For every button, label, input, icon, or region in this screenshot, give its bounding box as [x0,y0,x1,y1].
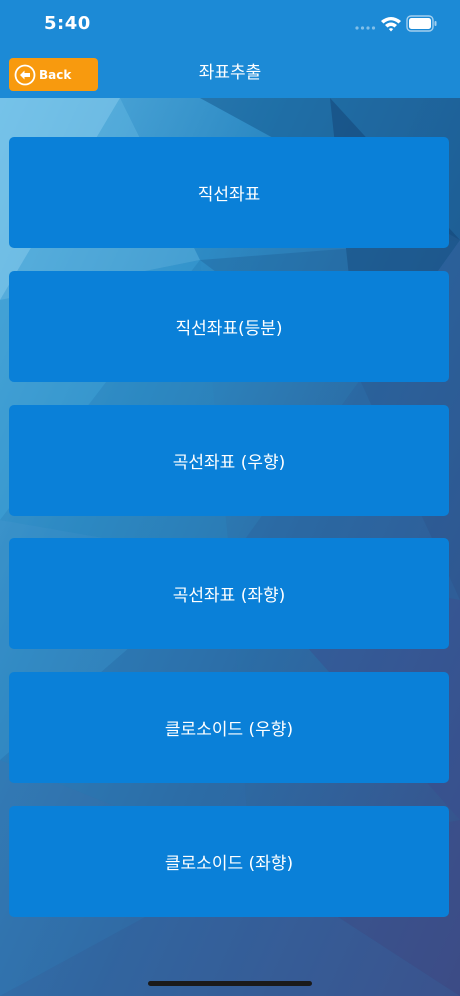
curve-coordinate-right-button[interactable]: 곡선좌표 (우향) [9,405,449,516]
wifi-icon [381,17,401,32]
back-button-label: Back [39,67,72,82]
menu-item-label: 클로소이드 (좌향) [164,854,294,874]
clothoid-right-button[interactable]: 클로소이드 (우향) [9,672,449,783]
navigation-bar: Back 좌표추출 [0,50,460,98]
status-bar: 5:40 [0,0,460,50]
menu-item-label: 곡선좌표 (우향) [172,453,286,473]
linear-coordinate-division-button[interactable]: 직선좌표(등분) [9,271,449,382]
home-indicator[interactable] [148,981,312,986]
status-time: 5:40 [44,13,91,34]
back-button[interactable]: Back [9,58,98,91]
menu-item-label: 클로소이드 (우향) [164,720,294,740]
linear-coordinate-button[interactable]: 직선좌표 [9,137,449,248]
back-arrow-circle-icon [14,64,36,85]
menu-item-label: 직선좌표 [197,185,261,205]
battery-icon [406,15,437,32]
curve-coordinate-left-button[interactable]: 곡선좌표 (좌향) [9,538,449,649]
clothoid-left-button[interactable]: 클로소이드 (좌향) [9,806,449,917]
menu-item-label: 직선좌표(등분) [175,319,283,339]
menu-item-label: 곡선좌표 (좌향) [172,586,286,606]
app-screen: 5:40 Back 좌표추출 직선좌표 직선좌표(등분) 곡선좌표 (우향) 곡… [0,0,460,996]
cellular-signal-icon [355,26,376,30]
